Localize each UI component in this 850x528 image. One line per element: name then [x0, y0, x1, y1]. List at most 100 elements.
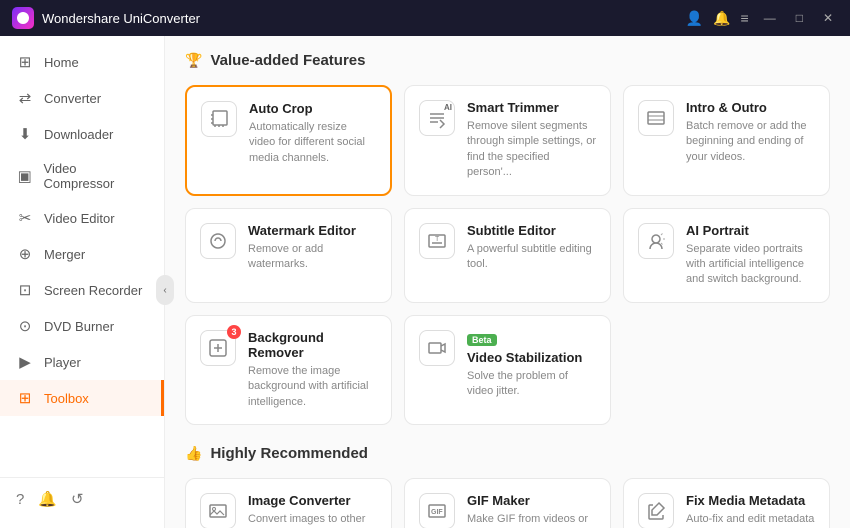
- image-converter-name: Image Converter: [248, 493, 377, 508]
- fix-media-metadata-icon: [645, 500, 667, 522]
- intro-outro-icon: [645, 107, 667, 129]
- beta-badge: Beta: [467, 334, 497, 346]
- help-icon[interactable]: ?: [16, 491, 24, 508]
- auto-crop-name: Auto Crop: [249, 101, 376, 116]
- sidebar-item-downloader[interactable]: ⬇ Downloader: [0, 116, 164, 152]
- gif-maker-icon-wrap: GIF: [419, 493, 455, 528]
- sidebar-item-video-compressor[interactable]: ▣ Video Compressor: [0, 152, 164, 200]
- watermark-editor-text: Watermark Editor Remove or add watermark…: [248, 223, 377, 273]
- gif-maker-text: GIF Maker Make GIF from videos or pictur…: [467, 493, 596, 528]
- maximize-button[interactable]: □: [791, 9, 808, 27]
- fix-media-metadata-text: Fix Media Metadata Auto-fix and edit met…: [686, 493, 815, 528]
- section1-title-icon: 🏆: [185, 52, 202, 69]
- section1-title: 🏆 Value-added Features: [185, 52, 830, 69]
- player-icon: ▶: [16, 353, 34, 371]
- sidebar-item-home[interactable]: ⊞ Home: [0, 44, 164, 80]
- ai-portrait-icon-wrap: [638, 223, 674, 259]
- video-stabilization-name: Video Stabilization: [467, 350, 596, 365]
- section2-title-text: Highly Recommended: [210, 445, 368, 462]
- sidebar-item-toolbox[interactable]: ⊞ Toolbox: [0, 380, 164, 416]
- subtitle-editor-text: Subtitle Editor A powerful subtitle edit…: [467, 223, 596, 273]
- card-watermark-editor[interactable]: Watermark Editor Remove or add watermark…: [185, 208, 392, 303]
- background-remover-text: Background Remover Remove the image back…: [248, 330, 377, 410]
- sidebar-label-dvd-burner: DVD Burner: [44, 319, 114, 334]
- ai-badge: AI: [444, 103, 452, 112]
- intro-outro-icon-wrap: [638, 100, 674, 136]
- sidebar-item-dvd-burner[interactable]: ⊙ DVD Burner: [0, 308, 164, 344]
- user-icon[interactable]: 👤: [686, 10, 703, 27]
- background-remover-desc: Remove the image background with artific…: [248, 364, 377, 410]
- value-added-grid: Auto Crop Automatically resize video for…: [185, 85, 830, 425]
- ai-portrait-desc: Separate video portraits with artificial…: [686, 242, 815, 288]
- toolbox-icon: ⊞: [16, 389, 34, 407]
- close-button[interactable]: ✕: [818, 9, 838, 27]
- auto-crop-desc: Automatically resize video for different…: [249, 120, 376, 166]
- gif-maker-name: GIF Maker: [467, 493, 596, 508]
- card-fix-media-metadata[interactable]: Fix Media Metadata Auto-fix and edit met…: [623, 478, 830, 528]
- card-intro-outro[interactable]: Intro & Outro Batch remove or add the be…: [623, 85, 830, 196]
- sidebar-item-converter[interactable]: ⇄ Converter: [0, 80, 164, 116]
- sidebar-label-screen-recorder: Screen Recorder: [44, 283, 142, 298]
- subtitle-editor-icon: T: [426, 230, 448, 252]
- main-layout: ⊞ Home ⇄ Converter ⬇ Downloader ▣ Video …: [0, 36, 850, 528]
- section2-title: 👍 Highly Recommended: [185, 445, 830, 462]
- video-stabilization-desc: Solve the problem of video jitter.: [467, 369, 596, 400]
- svg-text:T: T: [435, 236, 440, 243]
- watermark-editor-icon-wrap: [200, 223, 236, 259]
- smart-trimmer-text: Smart Trimmer Remove silent segments thr…: [467, 100, 596, 181]
- sidebar-label-downloader: Downloader: [44, 127, 113, 142]
- sidebar-label-merger: Merger: [44, 247, 85, 262]
- intro-outro-text: Intro & Outro Batch remove or add the be…: [686, 100, 815, 165]
- screen-recorder-icon: ⊡: [16, 281, 34, 299]
- ai-portrait-name: AI Portrait: [686, 223, 815, 238]
- alert-icon[interactable]: 🔔: [38, 490, 57, 508]
- ai-portrait-icon: [645, 230, 667, 252]
- title-bar-controls: 👤 🔔 ≡ — □ ✕: [686, 9, 838, 27]
- intro-outro-desc: Batch remove or add the beginning and en…: [686, 119, 815, 165]
- watermark-editor-icon: [207, 230, 229, 252]
- image-converter-icon-wrap: [200, 493, 236, 528]
- minimize-button[interactable]: —: [759, 9, 781, 27]
- collapse-button[interactable]: ‹: [156, 275, 174, 305]
- merger-icon: ⊕: [16, 245, 34, 263]
- badge-3: 3: [227, 325, 241, 339]
- auto-crop-text: Auto Crop Automatically resize video for…: [249, 101, 376, 166]
- image-converter-text: Image Converter Convert images to other …: [248, 493, 377, 528]
- home-icon: ⊞: [16, 53, 34, 71]
- sidebar-label-toolbox: Toolbox: [44, 391, 89, 406]
- card-gif-maker[interactable]: GIF GIF Maker Make GIF from videos or pi…: [404, 478, 611, 528]
- notification-icon[interactable]: 🔔: [713, 10, 730, 27]
- image-converter-icon: [207, 500, 229, 522]
- fix-media-metadata-icon-wrap: [638, 493, 674, 528]
- gif-maker-icon: GIF: [426, 500, 448, 522]
- sidebar-label-player: Player: [44, 355, 81, 370]
- sidebar-item-screen-recorder[interactable]: ⊡ Screen Recorder ‹: [0, 272, 164, 308]
- card-smart-trimmer[interactable]: AI Smart Trimmer Remove silent segments …: [404, 85, 611, 196]
- downloader-icon: ⬇: [16, 125, 34, 143]
- title-bar-left: Wondershare UniConverter: [12, 7, 200, 29]
- sidebar-item-video-editor[interactable]: ✂ Video Editor: [0, 200, 164, 236]
- sidebar-bottom: ? 🔔 ↺: [0, 477, 164, 520]
- converter-icon: ⇄: [16, 89, 34, 107]
- sidebar-item-merger[interactable]: ⊕ Merger: [0, 236, 164, 272]
- gif-maker-desc: Make GIF from videos or pictures.: [467, 512, 596, 528]
- card-ai-portrait[interactable]: AI Portrait Separate video portraits wit…: [623, 208, 830, 303]
- card-video-stabilization[interactable]: Beta Video Stabilization Solve the probl…: [404, 315, 611, 425]
- title-bar: Wondershare UniConverter 👤 🔔 ≡ — □ ✕: [0, 0, 850, 36]
- sidebar-item-player[interactable]: ▶ Player: [0, 344, 164, 380]
- card-subtitle-editor[interactable]: T Subtitle Editor A powerful subtitle ed…: [404, 208, 611, 303]
- card-image-converter[interactable]: Image Converter Convert images to other …: [185, 478, 392, 528]
- auto-crop-icon: [208, 108, 230, 130]
- fix-media-metadata-name: Fix Media Metadata: [686, 493, 815, 508]
- watermark-editor-desc: Remove or add watermarks.: [248, 242, 377, 273]
- sidebar-label-video-compressor: Video Compressor: [44, 161, 148, 191]
- card-auto-crop[interactable]: Auto Crop Automatically resize video for…: [185, 85, 392, 196]
- menu-icon[interactable]: ≡: [741, 10, 749, 26]
- card-background-remover[interactable]: 3 Background Remover Remove the image ba…: [185, 315, 392, 425]
- background-remover-icon: [207, 337, 229, 359]
- refresh-icon[interactable]: ↺: [71, 490, 84, 508]
- recommended-grid: Image Converter Convert images to other …: [185, 478, 830, 528]
- sidebar-label-video-editor: Video Editor: [44, 211, 115, 226]
- fix-media-metadata-desc: Auto-fix and edit metadata of media file…: [686, 512, 815, 528]
- smart-trimmer-name: Smart Trimmer: [467, 100, 596, 115]
